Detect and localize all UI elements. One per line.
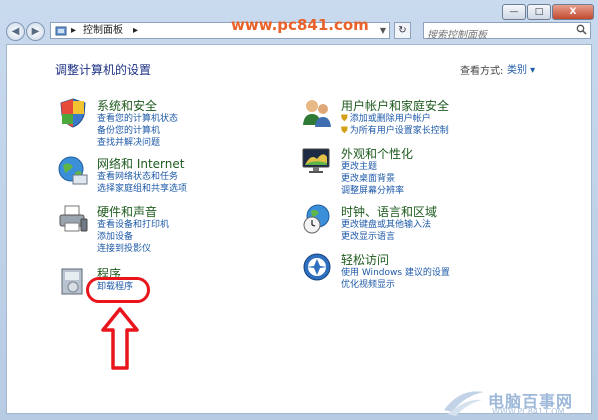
link-text: 添加或删除用户帐户 bbox=[349, 114, 431, 124]
link-display-language[interactable]: 更改显示语言 bbox=[341, 231, 431, 243]
uac-shield-icon: ⛊ bbox=[341, 114, 348, 124]
printer-icon[interactable] bbox=[57, 203, 91, 237]
category-links: 查看网络状态和任务 选择家庭组和共享选项 bbox=[97, 171, 187, 195]
window-frame: — □ X ◀ ▶ ▸ 控制面板 ▸ ▼ ↻ www.pc8 bbox=[0, 0, 598, 420]
link-view-status[interactable]: 查看您的计算机状态 bbox=[97, 113, 178, 125]
link-devices-printers[interactable]: 查看设备和打印机 bbox=[97, 219, 169, 231]
control-panel-icon bbox=[55, 23, 67, 42]
breadcrumb-separator[interactable]: ▸ bbox=[133, 23, 138, 38]
maximize-button[interactable]: □ bbox=[527, 4, 551, 20]
category-title[interactable]: 网络和 Internet bbox=[97, 155, 184, 172]
breadcrumb-separator[interactable]: ▸ bbox=[71, 23, 76, 38]
link-windows-recommended[interactable]: 使用 Windows 建议的设置 bbox=[341, 267, 450, 279]
link-change-theme[interactable]: 更改主题 bbox=[341, 161, 404, 173]
globe-network-icon[interactable] bbox=[57, 155, 91, 189]
category-links: 查看设备和打印机 添加设备 连接到投影仪 bbox=[97, 219, 169, 255]
watermark-url: www.pc841.com bbox=[231, 16, 369, 34]
logo-swoosh-icon bbox=[444, 391, 484, 416]
link-add-remove-accounts[interactable]: ⛊ 添加或删除用户帐户 bbox=[341, 113, 449, 125]
search-input[interactable] bbox=[424, 28, 580, 43]
link-optimize-display[interactable]: 优化视频显示 bbox=[341, 279, 450, 291]
link-troubleshoot[interactable]: 查找并解决问题 bbox=[97, 137, 178, 149]
ease-of-access-icon[interactable] bbox=[301, 251, 335, 285]
link-projector[interactable]: 连接到投影仪 bbox=[97, 243, 169, 255]
forward-button[interactable]: ▶ bbox=[26, 22, 45, 41]
category-title[interactable]: 硬件和声音 bbox=[97, 203, 157, 220]
link-text: 为所有用户设置家长控制 bbox=[349, 126, 449, 136]
clock-globe-icon[interactable] bbox=[301, 203, 335, 237]
link-desktop-background[interactable]: 更改桌面背景 bbox=[341, 173, 404, 185]
control-panel-content: 调整计算机的设置 查看方式: 类别 ▾ 系统和安全 查看您的计算机状态 备份您的… bbox=[6, 44, 592, 414]
close-button[interactable]: X bbox=[552, 4, 594, 20]
category-title[interactable]: 系统和安全 bbox=[97, 97, 157, 114]
category-links: 使用 Windows 建议的设置 优化视频显示 bbox=[341, 267, 450, 291]
category-title[interactable]: 外观和个性化 bbox=[341, 145, 413, 162]
users-icon[interactable] bbox=[301, 97, 335, 131]
search-box[interactable] bbox=[423, 22, 591, 43]
category-links: 更改键盘或其他输入法 更改显示语言 bbox=[341, 219, 431, 243]
view-by-label: 查看方式: bbox=[460, 66, 504, 77]
link-network-status[interactable]: 查看网络状态和任务 bbox=[97, 171, 187, 183]
category-links: 更改主题 更改桌面背景 调整屏幕分辨率 bbox=[341, 161, 404, 197]
page-title: 调整计算机的设置 bbox=[55, 63, 152, 77]
link-backup[interactable]: 备份您的计算机 bbox=[97, 125, 178, 137]
link-parental-controls[interactable]: ⛊ 为所有用户设置家长控制 bbox=[341, 125, 449, 137]
category-links: ⛊ 添加或删除用户帐户 ⛊ 为所有用户设置家长控制 bbox=[341, 113, 449, 137]
link-add-device[interactable]: 添加设备 bbox=[97, 231, 169, 243]
refresh-button[interactable]: ↻ bbox=[394, 22, 411, 39]
address-dropdown-icon[interactable]: ▼ bbox=[380, 23, 386, 38]
window-controls: — □ X bbox=[501, 4, 594, 20]
logo-url: WWW.PC841.COM bbox=[492, 407, 565, 416]
minimize-button[interactable]: — bbox=[502, 4, 526, 20]
link-homegroup[interactable]: 选择家庭组和共享选项 bbox=[97, 183, 187, 195]
view-by-dropdown[interactable]: 类别 ▾ bbox=[507, 61, 535, 76]
search-icon[interactable] bbox=[576, 24, 587, 38]
category-links: 查看您的计算机状态 备份您的计算机 查找并解决问题 bbox=[97, 113, 178, 149]
category-title[interactable]: 时钟、语言和区域 bbox=[341, 203, 437, 220]
breadcrumb-control-panel[interactable]: 控制面板 bbox=[83, 23, 123, 38]
uac-shield-icon: ⛊ bbox=[341, 126, 348, 136]
link-screen-resolution[interactable]: 调整屏幕分辨率 bbox=[341, 185, 404, 197]
display-icon[interactable] bbox=[301, 145, 335, 179]
site-logo: 电脑百事网 WWW.PC841.COM bbox=[440, 386, 590, 418]
category-title[interactable]: 用户帐户和家庭安全 bbox=[341, 97, 449, 114]
highlight-ring bbox=[86, 277, 150, 303]
shield-icon[interactable] bbox=[57, 97, 91, 131]
link-change-keyboard[interactable]: 更改键盘或其他输入法 bbox=[341, 219, 431, 231]
up-arrow-annotation bbox=[100, 306, 140, 376]
back-button[interactable]: ◀ bbox=[6, 22, 25, 41]
category-title[interactable]: 轻松访问 bbox=[341, 251, 389, 268]
